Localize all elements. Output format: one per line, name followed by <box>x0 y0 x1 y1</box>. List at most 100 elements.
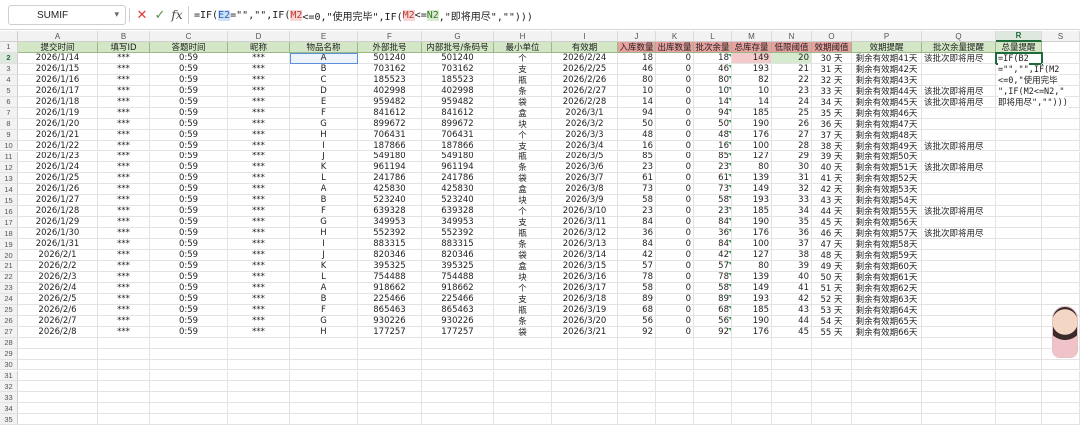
table-cell[interactable]: 703162 <box>422 63 494 75</box>
table-cell[interactable]: 2026/1/20 <box>18 118 98 130</box>
table-cell[interactable] <box>552 392 618 404</box>
table-cell[interactable]: 2026/1/22 <box>18 140 98 152</box>
table-cell[interactable] <box>996 184 1042 196</box>
table-cell[interactable] <box>150 392 228 404</box>
cell-edit-formula[interactable]: ="","",IF(M2 <box>998 64 1060 76</box>
table-cell[interactable] <box>1042 206 1080 218</box>
table-cell[interactable]: 43 天 <box>812 195 852 207</box>
row-header[interactable]: 10 <box>0 140 18 152</box>
table-cell[interactable] <box>1042 271 1080 283</box>
table-cell[interactable]: 剩余有效期41天 <box>852 52 922 64</box>
table-cell[interactable]: *** <box>98 74 150 86</box>
table-cell[interactable] <box>618 348 656 360</box>
table-cell[interactable]: 0 <box>656 118 694 130</box>
column-header-a[interactable]: A <box>18 31 98 42</box>
table-cell[interactable]: 剩余有效期56天 <box>852 217 922 229</box>
table-cell[interactable]: B <box>290 195 358 207</box>
table-cell[interactable] <box>812 337 852 349</box>
table-cell[interactable]: 16 <box>618 140 656 152</box>
table-cell[interactable]: 2026/3/15 <box>552 261 618 272</box>
table-cell[interactable]: 58 <box>618 282 656 294</box>
column-header-h[interactable]: H <box>494 31 552 42</box>
table-cell[interactable]: 73 <box>694 184 732 196</box>
table-cell[interactable] <box>1042 118 1080 130</box>
table-cell[interactable]: 190 <box>732 217 772 229</box>
table-cell[interactable] <box>150 359 228 371</box>
table-cell[interactable]: 73 <box>618 184 656 196</box>
table-cell[interactable]: 501240 <box>358 52 422 64</box>
table-cell[interactable]: 37 <box>772 239 812 251</box>
table-cell[interactable]: 706431 <box>358 129 422 141</box>
table-cell[interactable] <box>228 348 290 360</box>
table-cell[interactable]: *** <box>98 282 150 294</box>
row-header[interactable]: 25 <box>0 304 18 316</box>
table-cell[interactable]: 32 <box>772 184 812 196</box>
table-cell[interactable]: K <box>290 261 358 272</box>
column-header-j[interactable]: J <box>618 31 656 42</box>
table-cell[interactable]: 剩余有效期50天 <box>852 151 922 163</box>
table-cell[interactable]: 78 <box>694 271 732 283</box>
header-cell[interactable]: 物品名称 <box>290 42 358 53</box>
table-cell[interactable]: 0 <box>656 250 694 261</box>
table-cell[interactable] <box>996 370 1042 382</box>
table-cell[interactable]: 2026/3/18 <box>552 293 618 305</box>
table-cell[interactable] <box>922 348 996 360</box>
table-cell[interactable] <box>922 304 996 316</box>
table-cell[interactable] <box>922 107 996 119</box>
table-cell[interactable] <box>1042 239 1080 251</box>
table-cell[interactable]: 2026/2/28 <box>552 96 618 108</box>
table-cell[interactable]: 41 天 <box>812 173 852 185</box>
table-cell[interactable]: 425830 <box>358 184 422 196</box>
table-cell[interactable] <box>150 414 228 426</box>
table-cell[interactable]: 754488 <box>358 271 422 283</box>
table-cell[interactable]: 127 <box>732 151 772 163</box>
table-cell[interactable]: *** <box>98 250 150 261</box>
table-cell[interactable]: 31 <box>772 173 812 185</box>
table-cell[interactable] <box>228 392 290 404</box>
table-cell[interactable] <box>732 381 772 393</box>
table-cell[interactable] <box>552 414 618 426</box>
table-cell[interactable] <box>996 206 1042 218</box>
table-cell[interactable] <box>1042 261 1080 272</box>
table-cell[interactable]: 10 <box>694 85 732 97</box>
table-cell[interactable]: 瓶 <box>494 228 552 240</box>
table-cell[interactable]: 36 <box>772 228 812 240</box>
table-cell[interactable]: 2026/2/5 <box>18 293 98 305</box>
table-cell[interactable]: 41 <box>772 282 812 294</box>
table-cell[interactable]: 0 <box>656 271 694 283</box>
table-cell[interactable]: 25 <box>772 107 812 119</box>
table-cell[interactable]: 14 <box>618 96 656 108</box>
table-cell[interactable]: 2026/1/27 <box>18 195 98 207</box>
table-cell[interactable]: 30 天 <box>812 52 852 64</box>
table-cell[interactable]: 36 <box>694 228 732 240</box>
table-cell[interactable] <box>1042 282 1080 294</box>
table-cell[interactable]: *** <box>228 282 290 294</box>
table-cell[interactable]: 841612 <box>422 107 494 119</box>
table-cell[interactable] <box>618 403 656 415</box>
table-cell[interactable]: 961194 <box>422 162 494 174</box>
table-cell[interactable]: *** <box>228 195 290 207</box>
column-header-i[interactable]: I <box>552 31 618 42</box>
table-cell[interactable] <box>772 337 812 349</box>
table-cell[interactable]: 0:59 <box>150 271 228 283</box>
table-cell[interactable] <box>922 173 996 185</box>
table-cell[interactable] <box>996 217 1042 229</box>
table-cell[interactable]: E <box>290 96 358 108</box>
table-cell[interactable]: 552392 <box>422 228 494 240</box>
table-cell[interactable]: 剩余有效期64天 <box>852 304 922 316</box>
column-header-e[interactable]: E <box>290 31 358 42</box>
table-cell[interactable]: F <box>290 107 358 119</box>
table-cell[interactable]: B <box>290 63 358 75</box>
table-cell[interactable]: J <box>290 151 358 163</box>
column-header-c[interactable]: C <box>150 31 228 42</box>
table-cell[interactable]: 139 <box>732 271 772 283</box>
table-cell[interactable] <box>656 403 694 415</box>
table-cell[interactable]: *** <box>228 63 290 75</box>
table-cell[interactable]: 剩余有效期43天 <box>852 74 922 86</box>
table-cell[interactable]: 185 <box>732 206 772 218</box>
row-header[interactable]: 18 <box>0 228 18 240</box>
table-cell[interactable]: 50 天 <box>812 271 852 283</box>
table-cell[interactable] <box>290 392 358 404</box>
table-cell[interactable]: *** <box>228 140 290 152</box>
table-cell[interactable]: 剩余有效期62天 <box>852 282 922 294</box>
